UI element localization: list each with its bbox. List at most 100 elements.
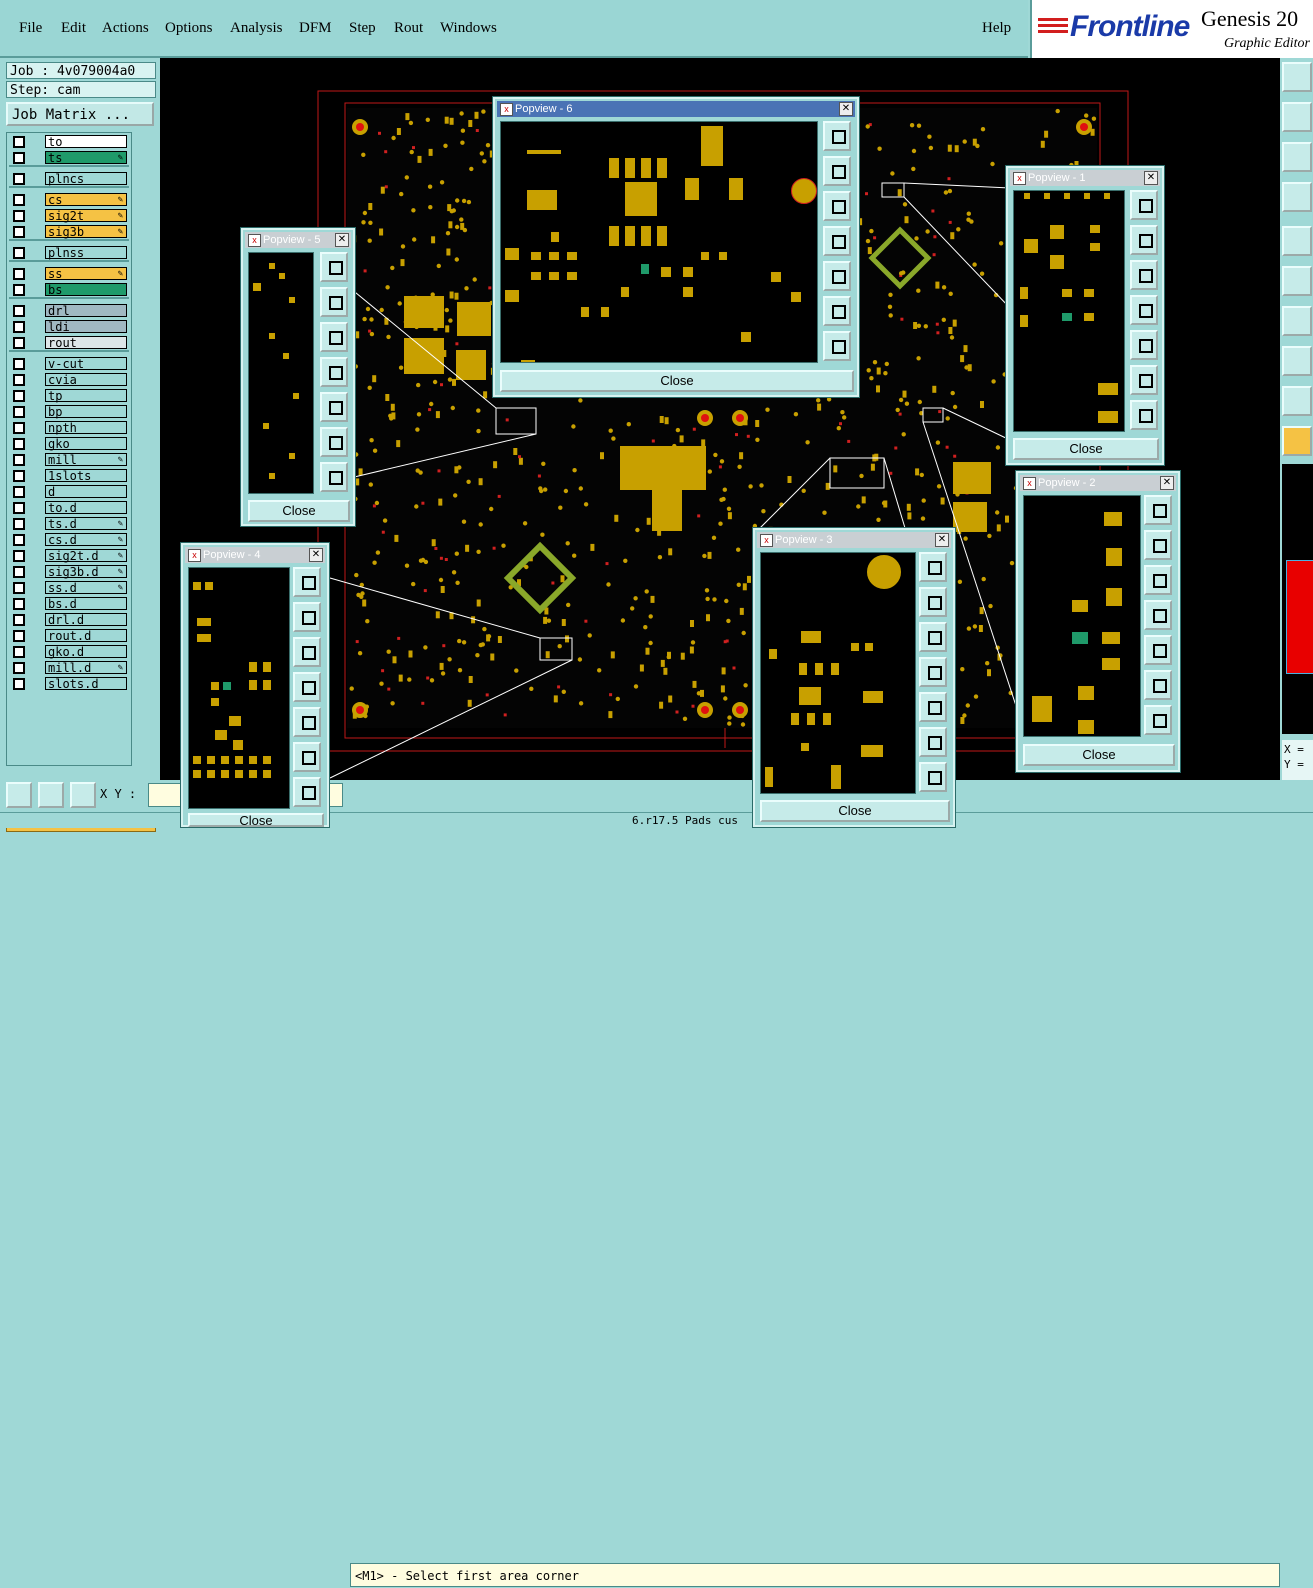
layer-name[interactable]: npth [45, 421, 127, 435]
layer-row-plnss[interactable]: plnss [9, 246, 129, 260]
layer-name[interactable]: bs.d [45, 597, 127, 611]
menu-rout[interactable]: Rout [394, 20, 423, 37]
layer-row-d[interactable]: d [9, 485, 129, 499]
pan-down-button[interactable] [919, 622, 947, 652]
pan-right-button[interactable] [1130, 330, 1158, 360]
window-menu-icon[interactable]: x [500, 103, 513, 116]
popview-1-titlebar[interactable]: x Popview - 1 ✕ [1010, 170, 1160, 186]
pan-left-button[interactable] [919, 657, 947, 687]
layer-name[interactable]: rout.d [45, 629, 127, 643]
close-icon[interactable]: ✕ [839, 102, 853, 116]
zoom-out-button[interactable] [823, 331, 851, 361]
layer-row-ts-d[interactable]: ts.d ✎ [9, 517, 129, 531]
layer-checkbox[interactable] [13, 247, 25, 259]
layer-row-sig3b-d[interactable]: sig3b.d ✎ [9, 565, 129, 579]
layer-name[interactable]: mill ✎ [45, 453, 127, 467]
layer-name[interactable]: plnss [45, 246, 127, 260]
layer-name[interactable]: cs.d ✎ [45, 533, 127, 547]
menu-dfm[interactable]: DFM [299, 20, 332, 37]
layer-checkbox[interactable] [13, 194, 25, 206]
layer-checkbox[interactable] [13, 321, 25, 333]
close-icon[interactable]: ✕ [1160, 476, 1174, 490]
zoom-fit-button[interactable] [1144, 495, 1172, 525]
triangle-button[interactable] [1282, 386, 1312, 416]
zoom-in-button[interactable] [1130, 365, 1158, 395]
layer-row-sig3b[interactable]: sig3b ✎ [9, 225, 129, 239]
pan-down-button[interactable] [320, 322, 348, 352]
layer-checkbox[interactable] [13, 152, 25, 164]
layer-checkbox[interactable] [13, 566, 25, 578]
layer-checkbox[interactable] [13, 173, 25, 185]
layer-checkbox[interactable] [13, 582, 25, 594]
popview-6-close-button[interactable]: Close [500, 370, 854, 392]
menu-options[interactable]: Options [165, 20, 213, 37]
layer-name[interactable]: sig2t ✎ [45, 209, 127, 223]
layer-row-gko[interactable]: gko [9, 437, 129, 451]
pan-left-button[interactable] [1130, 295, 1158, 325]
pan-up-button[interactable] [823, 156, 851, 186]
snap-icon[interactable] [6, 782, 32, 808]
layer-checkbox[interactable] [13, 305, 25, 317]
layer-name[interactable]: drl.d [45, 613, 127, 627]
pan-down-button[interactable] [1130, 260, 1158, 290]
layer-row-gko-d[interactable]: gko.d [9, 645, 129, 659]
zoom-fit-button[interactable] [919, 552, 947, 582]
window-menu-icon[interactable]: x [1013, 172, 1026, 185]
layer-row-to[interactable]: to [9, 135, 129, 149]
pan-right-button[interactable] [293, 707, 321, 737]
menu-actions[interactable]: Actions [102, 20, 149, 37]
layer-name[interactable]: v-cut [45, 357, 127, 371]
layer-row-bs-d[interactable]: bs.d [9, 597, 129, 611]
layer-checkbox[interactable] [13, 406, 25, 418]
pan-right-button[interactable] [919, 692, 947, 722]
layer-row-drl[interactable]: drl [9, 304, 129, 318]
layer-checkbox[interactable] [13, 358, 25, 370]
menu-analysis[interactable]: Analysis [230, 20, 283, 37]
grid-icon[interactable] [70, 782, 96, 808]
angle-icon[interactable] [38, 782, 64, 808]
zoom-in-button[interactable] [1144, 670, 1172, 700]
close-icon[interactable]: ✕ [1144, 171, 1158, 185]
zoom-fit-button[interactable] [320, 252, 348, 282]
popview-5-window[interactable]: x Popview - 5 ✕ Close [240, 227, 356, 527]
layer-checkbox[interactable] [13, 374, 25, 386]
layer-checkbox[interactable] [13, 470, 25, 482]
layer-checkbox[interactable] [13, 518, 25, 530]
layer-name[interactable]: 1slots [45, 469, 127, 483]
layer-row-tp[interactable]: tp [9, 389, 129, 403]
window-menu-icon[interactable]: x [188, 549, 201, 562]
layer-name[interactable]: drl [45, 304, 127, 318]
layer-checkbox[interactable] [13, 614, 25, 626]
zoom-out-button[interactable] [1130, 400, 1158, 430]
layer-row-rout[interactable]: rout [9, 336, 129, 350]
zoom-in-button[interactable] [823, 296, 851, 326]
popview-3-window[interactable]: x Popview - 3 ✕ Close [752, 527, 956, 828]
pan-up-button[interactable] [293, 602, 321, 632]
popview-1-window[interactable]: x Popview - 1 ✕ Close [1005, 165, 1165, 466]
pan-left-button[interactable] [293, 672, 321, 702]
layer-row-ldi[interactable]: ldi [9, 320, 129, 334]
popview-3-titlebar[interactable]: x Popview - 3 ✕ [757, 532, 951, 548]
layer-row-ss-d[interactable]: ss.d ✎ [9, 581, 129, 595]
zoom-in-button[interactable] [293, 742, 321, 772]
layer-name[interactable]: gko.d [45, 645, 127, 659]
popview-5-close-button[interactable]: Close [248, 500, 350, 522]
popview-1-view[interactable] [1013, 190, 1125, 432]
zoom-fit-button[interactable] [293, 567, 321, 597]
layer-name[interactable]: plncs [45, 172, 127, 186]
layer-row-bp[interactable]: bp [9, 405, 129, 419]
layer-checkbox[interactable] [13, 337, 25, 349]
zoom-in-button[interactable] [320, 427, 348, 457]
popview-2-view[interactable] [1023, 495, 1141, 737]
layer-checkbox[interactable] [13, 438, 25, 450]
pan-up-button[interactable] [320, 287, 348, 317]
layer-row-rout-d[interactable]: rout.d [9, 629, 129, 643]
layer-checkbox[interactable] [13, 550, 25, 562]
window-menu-icon[interactable]: x [760, 534, 773, 547]
layer-checkbox[interactable] [13, 136, 25, 148]
snap-button[interactable] [1282, 346, 1312, 376]
popview-2-titlebar[interactable]: x Popview - 2 ✕ [1020, 475, 1176, 491]
pan-right-button[interactable] [823, 261, 851, 291]
popview-4-view[interactable] [188, 567, 290, 809]
popview-3-close-button[interactable]: Close [760, 800, 950, 822]
